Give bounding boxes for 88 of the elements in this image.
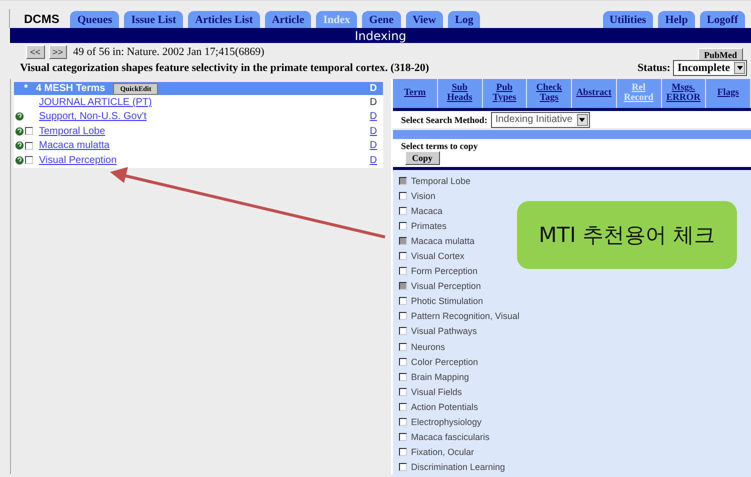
sort-marker: * (24, 83, 28, 94)
next-button[interactable]: >> (48, 44, 68, 58)
column-tab[interactable]: Msgs. ERROR (662, 79, 706, 108)
candidate-term: Discrimination Learning (411, 462, 506, 472)
mesh-term-link[interactable]: Temporal Lobe (39, 126, 106, 137)
mesh-term-link[interactable]: Visual Perception (39, 154, 117, 166)
candidate-term: Visual Perception (411, 281, 481, 292)
candidate-term: Electrophysiology (411, 417, 482, 428)
nav-tab[interactable]: Logoff (700, 11, 745, 28)
term-checkbox[interactable] (399, 206, 407, 215)
term-checkbox[interactable] (399, 448, 407, 456)
term-checkbox[interactable] (399, 327, 407, 336)
nav-tab[interactable]: Gene (362, 11, 401, 28)
term-checkbox[interactable] (399, 358, 407, 366)
mesh-term-link[interactable]: Support, Non-U.S. Gov't (39, 111, 147, 122)
copy-label: Select terms to copy (401, 141, 478, 151)
term-checkbox[interactable] (25, 127, 33, 136)
term-checkbox[interactable] (399, 388, 407, 396)
candidate-term: Brain Mapping (411, 372, 470, 382)
column-tab[interactable]: Check Tags (527, 79, 572, 108)
column-tab[interactable]: Pub Types (482, 79, 528, 108)
candidate-term: Macaca fascicularis (411, 432, 490, 442)
term-checkbox[interactable] (25, 142, 33, 150)
candidate-term: Macaca (411, 206, 443, 216)
column-tab[interactable]: Term (393, 79, 438, 108)
candidate-term: Color Perception (411, 356, 478, 367)
column-tab[interactable]: Sub Heads (438, 79, 482, 108)
term-checkbox[interactable] (399, 372, 407, 381)
previous-button[interactable]: << (26, 44, 45, 58)
term-checkbox[interactable] (399, 418, 407, 426)
candidate-term: Form Perception (411, 266, 478, 276)
candidate-term: Visual Pathways (411, 326, 477, 336)
nav-tab[interactable]: Articles List (188, 11, 260, 28)
search-method-dropdown[interactable]: Indexing Initiative (491, 112, 590, 128)
delete-link[interactable]: D (370, 140, 377, 152)
article-title: Visual categorization shapes feature selectivity in the primate temporal cortex. (318-20) (20, 62, 430, 74)
delete-link[interactable]: D (370, 126, 377, 137)
nav-tab[interactable]: Queues (70, 11, 120, 28)
term-checkbox[interactable] (399, 222, 407, 230)
candidate-term: Vision (411, 190, 436, 201)
term-checkbox[interactable] (399, 463, 407, 472)
term-checkbox[interactable] (399, 192, 407, 200)
term-checkbox[interactable] (25, 156, 33, 164)
term-checkbox[interactable] (399, 297, 407, 306)
pubmed-button[interactable]: PubMed (698, 48, 743, 62)
candidate-term: Neurons (411, 342, 446, 352)
candidate-term: Visual Fields (411, 386, 462, 397)
mesh-title: 4 MESH Terms (36, 83, 106, 94)
help-icon[interactable] (15, 141, 24, 150)
term-checkbox[interactable] (399, 342, 407, 351)
nav-tab[interactable]: Issue List (124, 11, 184, 28)
nav-tab[interactable]: View (406, 11, 444, 28)
mesh-term-link[interactable]: Macaca mulatta (39, 140, 110, 152)
search-method-label: Select Search Method: (401, 114, 488, 124)
mesh-term-link[interactable]: JOURNAL ARTICLE (PT) (39, 96, 152, 108)
delete-header: D (370, 83, 377, 94)
nav-tab[interactable]: Utilities (602, 11, 654, 28)
status-dropdown[interactable]: Incomplete (673, 60, 747, 76)
delete-link[interactable]: D (370, 154, 377, 166)
help-icon[interactable] (15, 112, 24, 122)
help-icon[interactable] (15, 126, 24, 136)
nav-tab[interactable]: Article (264, 11, 312, 28)
status-label: Status: (637, 62, 670, 74)
term-checkbox[interactable] (399, 433, 407, 442)
term-checkbox[interactable] (399, 252, 407, 260)
candidate-term: Pattern Recognition, Visual (411, 311, 520, 322)
callout-note: MTI 추천용어 체크 (517, 201, 737, 269)
candidate-term: Temporal Lobe (411, 176, 471, 186)
term-checkbox[interactable] (399, 267, 407, 276)
column-tab[interactable]: Abstract (572, 79, 617, 108)
candidate-term: Photic Stimulation (411, 296, 484, 306)
nav-tab[interactable]: Help (658, 11, 695, 28)
term-checkbox[interactable] (399, 402, 407, 411)
section-title: Indexing (354, 28, 406, 42)
candidate-term: Fixation, Ocular (411, 447, 474, 458)
delete-link[interactable]: D (370, 111, 377, 122)
help-icon[interactable] (15, 156, 24, 165)
column-tab[interactable]: Flags (706, 79, 751, 108)
candidate-term: Visual Cortex (411, 251, 464, 262)
candidate-term: Primates (411, 220, 447, 231)
citation-text: 49 of 56 in: Nature. 2002 Jan 17;415(6869) (73, 46, 264, 58)
copy-button[interactable]: Copy (405, 151, 440, 165)
candidate-term: Macaca mulatta (411, 236, 475, 246)
candidate-term: Action Potentials (411, 402, 478, 412)
delete-marker: D (370, 96, 377, 108)
term-checkbox[interactable] (399, 312, 407, 320)
nav-tab[interactable]: Log (448, 11, 480, 28)
app-logo: DCMS (24, 12, 60, 26)
